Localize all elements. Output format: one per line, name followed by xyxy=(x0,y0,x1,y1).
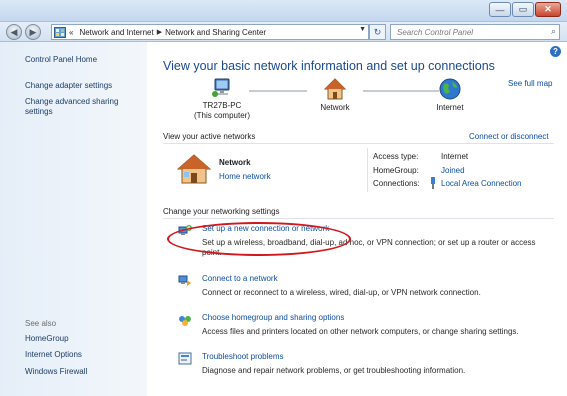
breadcrumb-network-and-internet[interactable]: Network and Internet xyxy=(79,28,153,37)
home-network-link[interactable]: Home network xyxy=(219,172,271,181)
troubleshoot-problems-link[interactable]: Troubleshoot problems xyxy=(202,352,284,361)
divider xyxy=(163,218,554,219)
homegroup-sharing-options-description: Access files and printers located on oth… xyxy=(202,327,519,336)
connect-network-icon xyxy=(178,275,191,286)
sidebar: Control Panel Home Change adapter settin… xyxy=(0,42,147,396)
main-content: ? View your basic network information an… xyxy=(147,42,567,396)
refresh-button[interactable]: ↻ xyxy=(369,24,386,40)
sidebar-item-windows-firewall[interactable]: Windows Firewall xyxy=(25,367,87,377)
back-button[interactable]: ◀ xyxy=(6,24,22,40)
computer-subtitle: (This computer) xyxy=(193,111,250,120)
page-title: View your basic network information and … xyxy=(163,59,495,73)
troubleshoot-problems-description: Diagnose and repair network problems, or… xyxy=(202,366,466,375)
map-network-node[interactable]: Network xyxy=(307,78,363,113)
forward-arrow-icon: ▶ xyxy=(29,26,37,37)
connect-to-network-link[interactable]: Connect to a network xyxy=(202,274,278,283)
refresh-icon: ↻ xyxy=(373,26,382,37)
window-controls: — ▭ ✕ xyxy=(488,2,561,17)
breadcrumb-network-and-sharing-center[interactable]: Network and Sharing Center xyxy=(165,28,266,37)
troubleshoot-icon xyxy=(178,352,192,365)
sidebar-item-control-panel-home[interactable]: Control Panel Home xyxy=(25,55,97,65)
map-connector-line xyxy=(249,90,307,92)
address-bar[interactable]: « Network and Internet ▶ Network and Sha… xyxy=(51,24,369,40)
setup-new-connection-description: Set up a wireless, broadband, dial-up, a… xyxy=(202,238,536,257)
homegroup-joined-link[interactable]: Joined xyxy=(441,166,465,175)
search-icon[interactable]: ⌕ xyxy=(551,26,556,37)
connect-or-disconnect-link[interactable]: Connect or disconnect xyxy=(469,132,549,141)
see-full-map-link[interactable]: See full map xyxy=(508,79,552,88)
breadcrumb-overflow[interactable]: « xyxy=(69,28,73,37)
search-input[interactable]: Search Control Panel ⌕ xyxy=(390,24,560,40)
navigation-bar: ◀ ▶ « Network and Internet ▶ Network and… xyxy=(0,22,567,42)
title-bar: — ▭ ✕ xyxy=(0,0,567,22)
minimize-button[interactable]: — xyxy=(489,2,511,17)
active-network-name: Network xyxy=(219,158,251,167)
network-label: Network xyxy=(320,103,350,112)
forward-button[interactable]: ▶ xyxy=(25,24,41,40)
address-dropdown-icon[interactable]: ▼ xyxy=(359,26,366,33)
active-networks-heading: View your active networks xyxy=(163,132,256,141)
setup-new-connection-link[interactable]: Set up a new connection or network xyxy=(202,224,329,233)
sidebar-item-homegroup[interactable]: HomeGroup xyxy=(25,334,69,344)
see-also-heading: See also xyxy=(25,319,57,328)
search-placeholder: Search Control Panel xyxy=(397,27,474,37)
house-icon xyxy=(177,154,211,184)
homegroup-sharing-options-link[interactable]: Choose homegroup and sharing options xyxy=(202,313,344,322)
new-connection-icon xyxy=(178,225,192,235)
computer-icon xyxy=(212,78,230,97)
homegroup-icon xyxy=(179,316,191,326)
computer-name: TR27B-PC xyxy=(202,101,242,110)
close-button[interactable]: ✕ xyxy=(535,2,561,17)
maximize-button[interactable]: ▭ xyxy=(512,2,534,17)
sidebar-item-internet-options[interactable]: Internet Options xyxy=(25,350,82,360)
access-type-value: Internet xyxy=(441,152,469,161)
internet-label: Internet xyxy=(436,103,464,112)
back-arrow-icon: ◀ xyxy=(10,26,18,37)
sidebar-item-change-advanced-sharing-settings[interactable]: Change advanced sharing settings xyxy=(25,97,137,117)
control-panel-icon xyxy=(54,26,66,38)
divider xyxy=(163,143,554,144)
connect-to-network-description: Connect or reconnect to a wireless, wire… xyxy=(202,288,481,297)
homegroup-label: HomeGroup: xyxy=(373,166,419,175)
map-internet-node[interactable]: Internet xyxy=(427,78,473,113)
change-settings-heading: Change your networking settings xyxy=(163,207,280,216)
access-type-label: Access type: xyxy=(373,152,419,161)
network-adapter-icon xyxy=(431,177,435,189)
connections-label: Connections: xyxy=(373,179,420,188)
globe-icon xyxy=(439,78,461,100)
divider xyxy=(367,148,368,192)
house-icon xyxy=(323,78,347,100)
breadcrumb-separator-icon[interactable]: ▶ xyxy=(157,28,162,36)
sidebar-item-change-adapter-settings[interactable]: Change adapter settings xyxy=(25,81,112,91)
map-computer-node: TR27B-PC (This computer) xyxy=(187,78,257,121)
help-icon[interactable]: ? xyxy=(550,46,561,57)
local-area-connection-link[interactable]: Local Area Connection xyxy=(441,179,522,188)
